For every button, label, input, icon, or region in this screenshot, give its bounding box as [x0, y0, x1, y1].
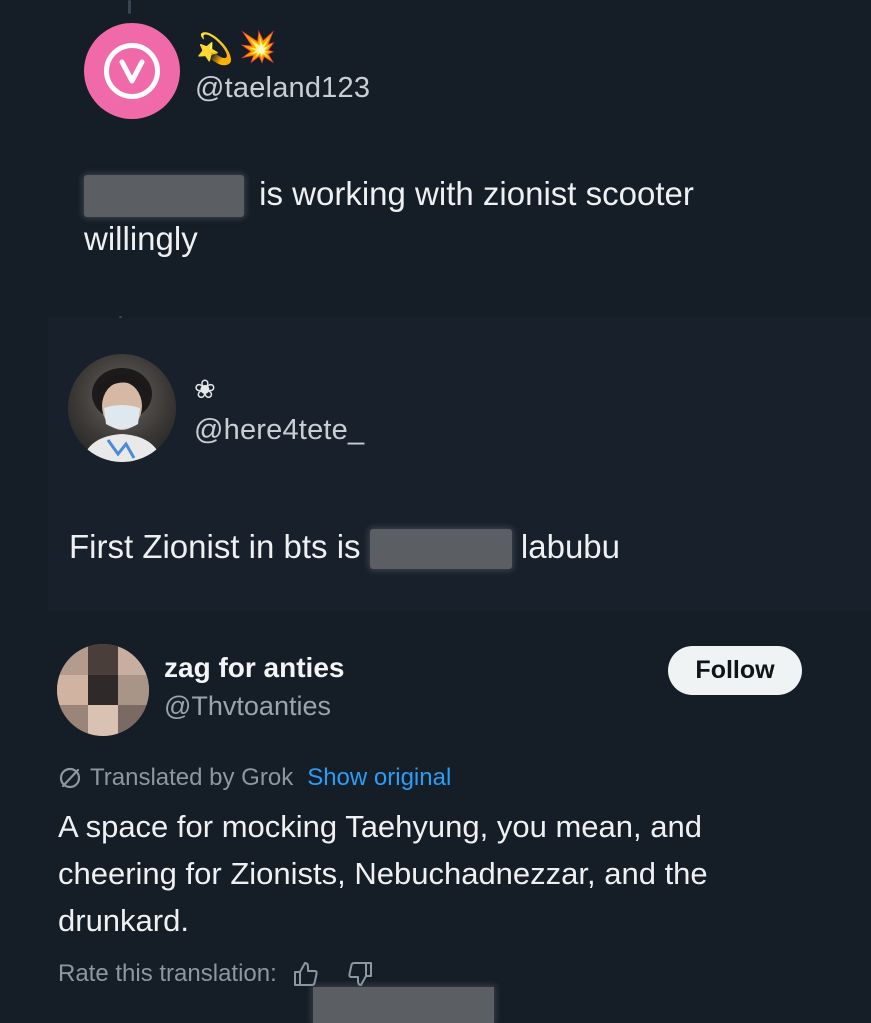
- display-name-flower-icon: ❀: [194, 374, 216, 404]
- post-text: First Zionist in bts is labubu: [69, 525, 829, 570]
- collage-tile: [57, 644, 88, 675]
- avatar[interactable]: [57, 644, 149, 736]
- thumbs-up-icon[interactable]: [291, 960, 319, 988]
- redacted-block: [84, 175, 244, 218]
- user-handle[interactable]: @here4tete_: [194, 414, 364, 447]
- avatar[interactable]: [84, 23, 180, 119]
- post-text-line2: willingly: [84, 220, 198, 258]
- thumbs-down-icon[interactable]: [347, 960, 375, 988]
- rate-label: Rate this translation:: [58, 960, 277, 987]
- display-name-emoji-collision: 💥: [239, 31, 277, 64]
- translate-icon: [58, 766, 82, 790]
- user-handle[interactable]: @taeland123: [195, 72, 370, 105]
- post-text-after: labubu: [511, 528, 620, 565]
- post-text-line1: is working with zionist scooter: [250, 175, 694, 212]
- profile-username[interactable]: @Thvtoanties: [164, 691, 331, 722]
- collage-tile: [57, 705, 88, 736]
- translation-notice: Translated by Grok Show original: [58, 762, 451, 794]
- profile-name[interactable]: zag for anties: [164, 652, 344, 684]
- redacted-block: [313, 987, 494, 1023]
- translated-label: Translated by Grok: [90, 764, 294, 791]
- collage-tile: [118, 705, 149, 736]
- post-text-before: First Zionist in bts is: [69, 528, 370, 565]
- display-name-emoji-dizzy: 💫: [196, 33, 234, 66]
- person-photo-icon: [82, 368, 162, 462]
- quoted-post-1: 💫 💥 @taeland123 is working with zionist …: [0, 0, 871, 310]
- collage-tile: [57, 674, 88, 706]
- v-logo-icon: [104, 43, 160, 99]
- redacted-block: [369, 529, 512, 570]
- collage-tile: [87, 644, 119, 675]
- collage-tile: [118, 644, 149, 675]
- show-original-link[interactable]: Show original: [307, 764, 451, 792]
- collage-tile: [118, 674, 149, 706]
- collage-tile: [87, 674, 119, 706]
- profile-bio: A space for mocking Taehyung, you mean, …: [58, 809, 708, 938]
- collage-tile: [87, 705, 119, 736]
- post-text: is working with zionist scooter willingl…: [84, 172, 824, 261]
- follow-button[interactable]: Follow: [668, 646, 802, 695]
- avatar[interactable]: [68, 354, 176, 462]
